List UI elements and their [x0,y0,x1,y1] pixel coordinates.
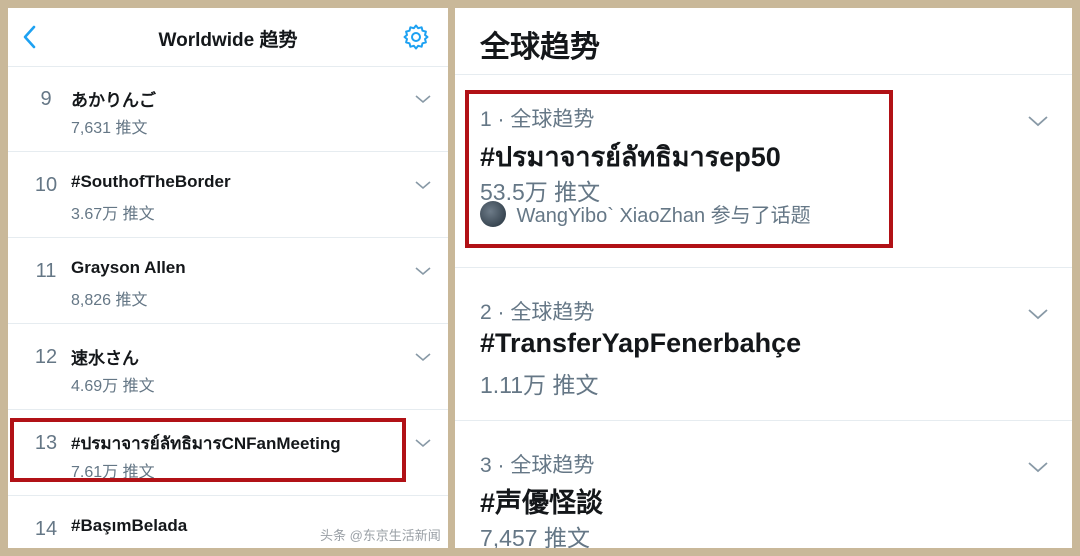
trend-item[interactable]: 12 速水さん 4.69万 推文 [8,324,448,410]
tweet-count: 1.11万 推文 [480,372,599,398]
chevron-down-icon[interactable] [414,436,432,450]
tweet-count: 7,457 推文 [480,525,590,548]
chevron-down-icon[interactable] [414,178,432,192]
trend-item[interactable]: 11 Grayson Allen 8,826 推文 [8,238,448,324]
trend-rank: 14 [34,518,58,540]
trend-rank: 10 [34,174,58,196]
trend-item[interactable]: 9 あかりんご 7,631 推文 [8,66,448,152]
chevron-down-icon[interactable] [414,92,432,106]
chevron-down-icon[interactable] [414,264,432,278]
chevron-down-icon[interactable] [1027,113,1049,129]
worldwide-trends-panel: Worldwide 趋势 9 あかりんご 7,631 推文 10 #Southo… [8,8,448,548]
tweet-count: 4.69万 推文 [71,378,155,395]
tweet-count: 3.67万 推文 [71,206,155,223]
trend-rank: 11 [35,260,57,282]
trend-meta: 2 · 全球趋势 [480,301,595,324]
trend-name[interactable]: あかりんご [71,86,156,111]
trend-item[interactable]: 3 · 全球趋势 #声優怪談 7,457 推文 [455,421,1072,548]
highlight-box [465,90,893,248]
trend-meta: 3 · 全球趋势 [480,454,595,477]
trend-name[interactable]: #TransferYapFenerbahçe [480,328,801,359]
chevron-down-icon[interactable] [1027,306,1049,322]
watermark: 头条 @东京生活新闻 [320,528,441,543]
trend-name[interactable]: 速水さん [71,344,139,369]
chevron-down-icon[interactable] [1027,459,1049,475]
highlight-box [10,418,406,482]
tweet-count: 7,631 推文 [71,120,148,137]
header: 全球趋势 [455,8,1072,75]
trend-name[interactable]: #声優怪談 [480,481,603,520]
trend-item[interactable]: 2 · 全球趋势 #TransferYapFenerbahçe 1.11万 推文 [455,268,1072,421]
trend-rank: 9 [40,88,52,110]
trend-name[interactable]: #BaşımBelada [71,516,187,536]
header: Worldwide 趋势 [8,8,448,67]
trend-item[interactable]: 10 #SouthofTheBorder 3.67万 推文 [8,152,448,238]
trend-name[interactable]: Grayson Allen [71,258,186,278]
chevron-down-icon[interactable] [414,350,432,364]
trend-name[interactable]: #SouthofTheBorder [71,172,231,192]
global-trends-panel: 全球趋势 1 · 全球趋势 #ปรมาจารย์ลัทธิมารep50 53.… [455,8,1072,548]
page-title: Worldwide 趋势 [158,30,298,51]
tweet-count: 8,826 推文 [71,292,148,309]
trend-rank: 12 [34,346,58,368]
page-title: 全球趋势 [480,31,600,64]
gear-icon[interactable] [402,23,430,51]
